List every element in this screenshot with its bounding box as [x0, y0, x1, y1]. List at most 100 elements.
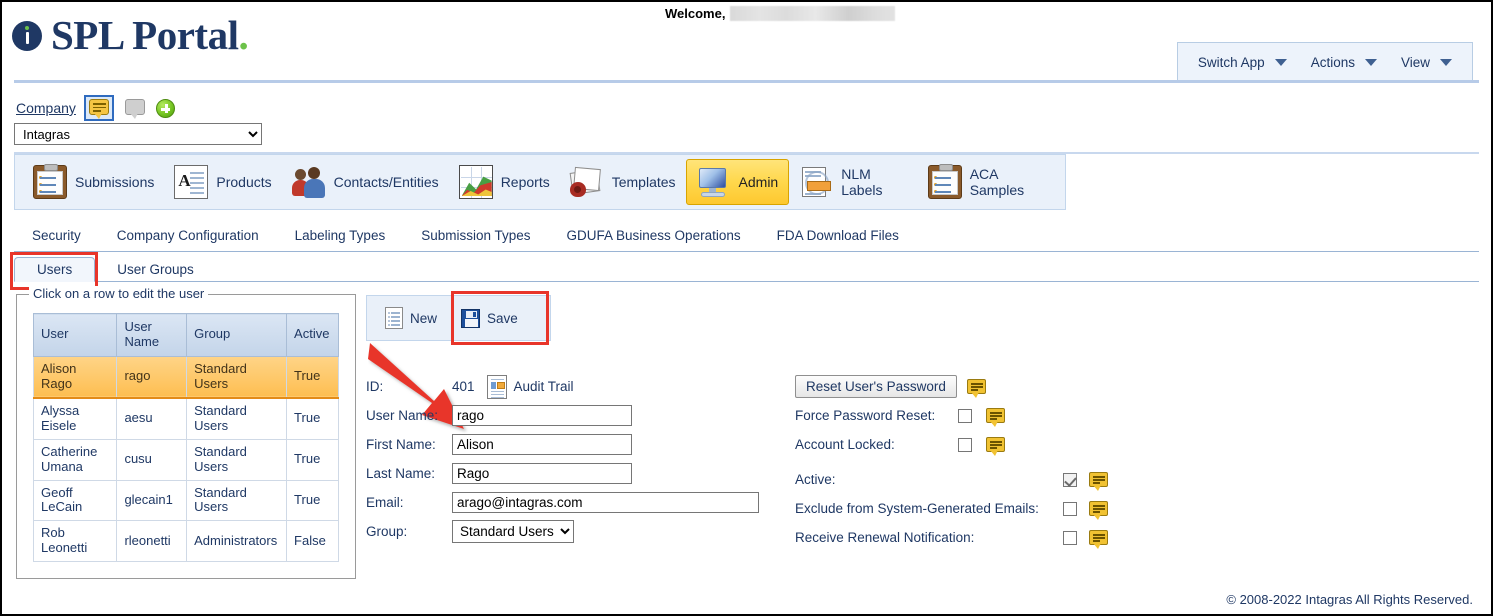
column-header-active[interactable]: Active: [286, 313, 339, 357]
module-label: ACA Samples: [969, 166, 1025, 198]
cell-active: True: [286, 355, 339, 399]
username-input[interactable]: [452, 405, 632, 426]
module-nlm-labels[interactable]: NLM Labels: [789, 159, 917, 205]
lastname-label: Last Name:: [366, 466, 436, 481]
option-row-reset-password: Reset User's Password: [795, 372, 1125, 401]
company-link[interactable]: Company: [16, 100, 76, 116]
help-bubble-icon[interactable]: [966, 379, 986, 398]
group-select[interactable]: Standard Users: [452, 520, 574, 543]
account-locked-checkbox[interactable]: [958, 437, 972, 452]
column-header-group[interactable]: Group: [186, 313, 288, 357]
module-products[interactable]: A Products: [164, 159, 281, 205]
save-button-label: Save: [487, 310, 518, 326]
firstname-label: First Name:: [366, 437, 436, 452]
tab-labeling-types[interactable]: Labeling Types: [277, 228, 404, 243]
user-options-panel: Reset User's Password Force Password Res…: [795, 372, 1125, 552]
column-header-user[interactable]: User: [32, 313, 118, 357]
help-bubble-icon[interactable]: [986, 408, 1005, 427]
tab-submission-types[interactable]: Submission Types: [403, 228, 548, 243]
module-label: Reports: [500, 174, 550, 190]
cell-username: rago: [116, 355, 188, 399]
company-bar: Company: [16, 95, 175, 121]
actions-menu[interactable]: Actions: [1299, 43, 1389, 81]
company-select[interactable]: Intagras: [14, 123, 262, 145]
id-value: 401: [452, 379, 475, 394]
form-command-bar: New Save: [366, 295, 551, 341]
option-row-active: Active:: [795, 465, 1125, 494]
chart-icon: [458, 165, 493, 199]
module-label: Submissions: [75, 174, 155, 190]
spl-portal-page: Welcome, SPL Portal. Switch App Actions …: [0, 0, 1493, 616]
footer-copyright: © 2008-2022 Intagras All Rights Reserved…: [1226, 592, 1473, 607]
tab-security[interactable]: Security: [14, 228, 99, 243]
table-row[interactable]: Catherine Umana cusu Standard Users True: [32, 438, 339, 481]
help-bubble-icon[interactable]: [1089, 530, 1108, 549]
table-row[interactable]: Geoff LeCain glecain1 Standard Users Tru…: [32, 479, 339, 522]
document-a-icon: A: [174, 165, 209, 199]
option-row-exclude-emails: Exclude from System-Generated Emails:: [795, 494, 1125, 523]
company-note-empty-button[interactable]: [122, 97, 148, 119]
tab-gdufa-business-operations[interactable]: GDUFA Business Operations: [549, 228, 759, 243]
app-logo: SPL Portal.: [12, 15, 249, 56]
cell-username: rleonetti: [116, 520, 188, 563]
header-divider: [14, 80, 1479, 83]
table-row[interactable]: Alison Rago rago Standard Users True: [32, 355, 339, 399]
label-page-icon: [799, 165, 833, 199]
lastname-input[interactable]: [452, 463, 632, 484]
table-row[interactable]: Rob Leonetti rleonetti Administrators Fa…: [32, 520, 339, 563]
view-menu[interactable]: View: [1389, 43, 1464, 81]
email-label: Email:: [366, 495, 404, 510]
cell-username: cusu: [116, 438, 188, 481]
exclude-emails-checkbox[interactable]: [1063, 501, 1077, 516]
active-label: Active:: [795, 472, 836, 487]
reset-password-button[interactable]: Reset User's Password: [795, 375, 957, 398]
new-document-icon: [385, 307, 403, 329]
form-row-id: ID: 401 Audit Trail: [366, 372, 759, 401]
welcome-banner: Welcome,: [665, 6, 896, 21]
module-reports[interactable]: Reports: [449, 159, 560, 205]
module-label: Products: [216, 174, 272, 190]
table-row[interactable]: Alyssa Eisele aesu Standard Users True: [32, 397, 339, 440]
receive-renewal-checkbox[interactable]: [1063, 530, 1077, 545]
module-admin[interactable]: Admin: [685, 159, 790, 205]
switch-app-menu[interactable]: Switch App: [1186, 43, 1299, 81]
save-button[interactable]: Save: [449, 296, 530, 340]
chevron-down-icon: [1364, 58, 1377, 66]
new-button[interactable]: New: [373, 296, 449, 340]
cell-active: True: [286, 397, 339, 440]
cell-group: Standard Users: [186, 479, 288, 522]
email-input[interactable]: [452, 492, 759, 513]
help-bubble-icon[interactable]: [986, 437, 1005, 456]
cell-active: True: [286, 479, 339, 522]
account-locked-label: Account Locked:: [795, 437, 895, 452]
module-label: Templates: [611, 174, 676, 190]
module-submissions[interactable]: Submissions: [23, 159, 164, 205]
tab-fda-download-files[interactable]: FDA Download Files: [759, 228, 917, 243]
module-contacts-entities[interactable]: Contacts/Entities: [282, 159, 449, 205]
table-header-row: User User Name Group Active: [32, 313, 339, 357]
view-label: View: [1400, 54, 1430, 70]
help-bubble-icon[interactable]: [1089, 501, 1108, 520]
user-form: ID: 401 Audit Trail User Name: First Nam…: [366, 372, 759, 546]
company-note-selected-button[interactable]: [83, 95, 114, 121]
cell-active: False: [286, 520, 339, 563]
module-label: Contacts/Entities: [333, 174, 439, 190]
admin-tabs: Security Company Configuration Labeling …: [14, 228, 1479, 252]
subtab-user-groups[interactable]: User Groups: [95, 258, 216, 281]
help-bubble-icon[interactable]: [1089, 472, 1108, 491]
audit-trail-link[interactable]: Audit Trail: [514, 379, 574, 394]
column-header-username[interactable]: User Name: [116, 313, 188, 357]
force-password-reset-checkbox[interactable]: [958, 408, 972, 423]
module-aca-samples[interactable]: ACA Samples: [918, 159, 1057, 205]
module-templates[interactable]: Templates: [560, 159, 686, 205]
subtab-users[interactable]: Users: [14, 257, 96, 282]
tab-company-configuration[interactable]: Company Configuration: [99, 228, 277, 243]
app-toolbar: Switch App Actions View: [1176, 42, 1473, 82]
audit-trail-icon[interactable]: [486, 374, 507, 399]
username-label: User Name:: [366, 408, 439, 423]
module-label: Admin: [738, 174, 779, 190]
cell-group: Administrators: [186, 520, 288, 563]
firstname-input[interactable]: [452, 434, 632, 455]
add-circle-icon[interactable]: [155, 98, 175, 118]
active-checkbox[interactable]: [1063, 472, 1077, 487]
